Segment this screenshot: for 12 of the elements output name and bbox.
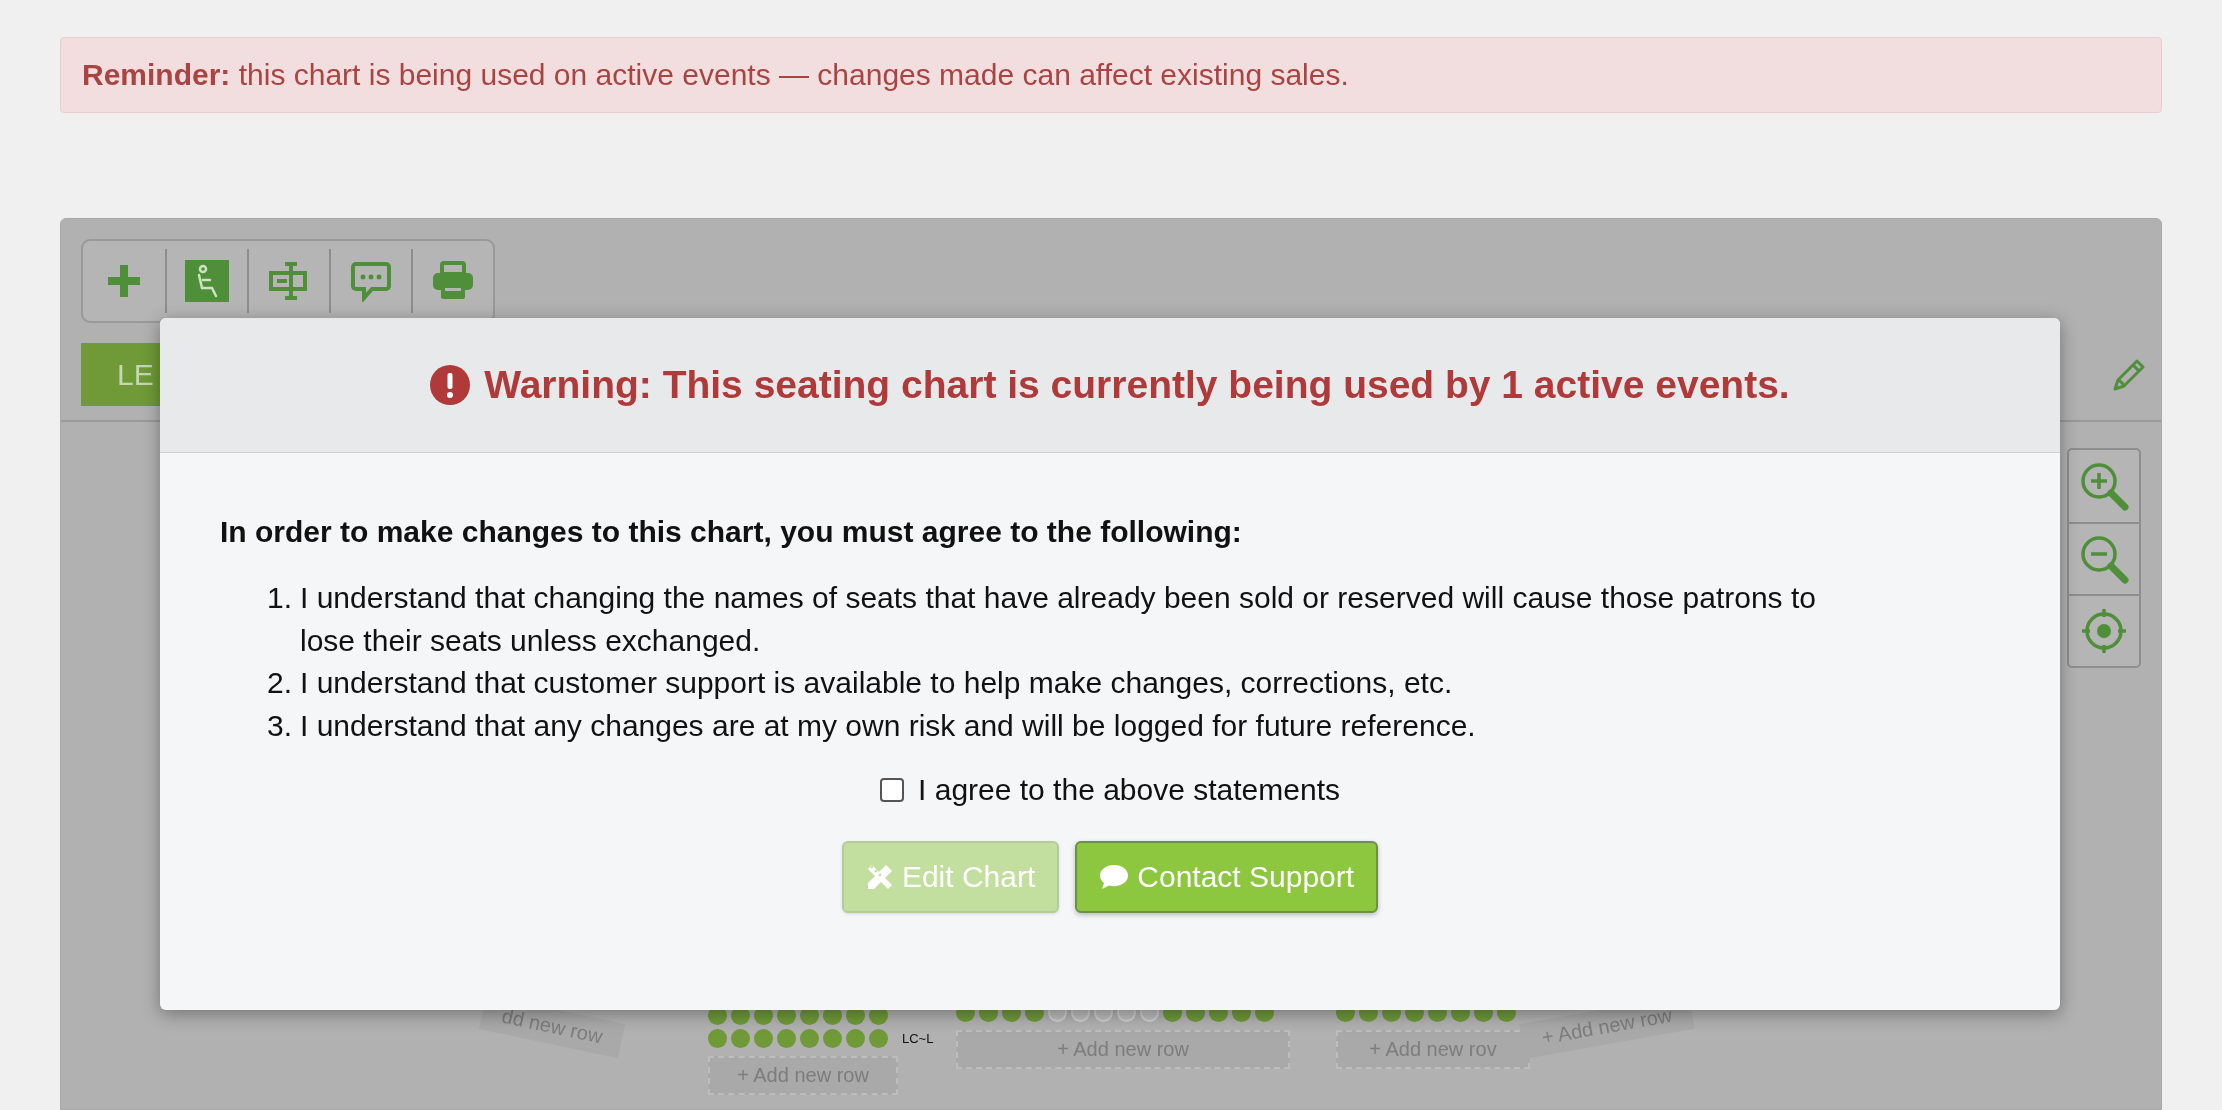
statement-text: I understand that changing the names of seats that have already been sold or reserved will cause those patrons to lose their seats unless exchanged. [300, 580, 1817, 659]
list-number: 2. [265, 665, 292, 701]
statement-text: I understand that any changes are at my own risk and will be logged for future reference. [300, 707, 1477, 744]
agree-label[interactable]: I agree to the above statements [918, 773, 1340, 807]
list-number: 1. [265, 580, 292, 616]
reminder-text: Reminder: this chart is being used on active events — changes made can affect existing sales. [60, 37, 2162, 113]
list-number: 3. [265, 707, 292, 744]
contact-support-button[interactable]: Contact Support [1075, 841, 1379, 913]
dialog-title: Warning: This seating chart is currently being used by 1 active events. [484, 363, 1790, 407]
instructions-text: In order to make changes to this chart, you must agree to the following: [220, 515, 1243, 549]
row-label: LC~L [902, 1031, 934, 1046]
statement-text: I understand that customer support is available to help make changes, corrections, etc. [300, 665, 1454, 701]
